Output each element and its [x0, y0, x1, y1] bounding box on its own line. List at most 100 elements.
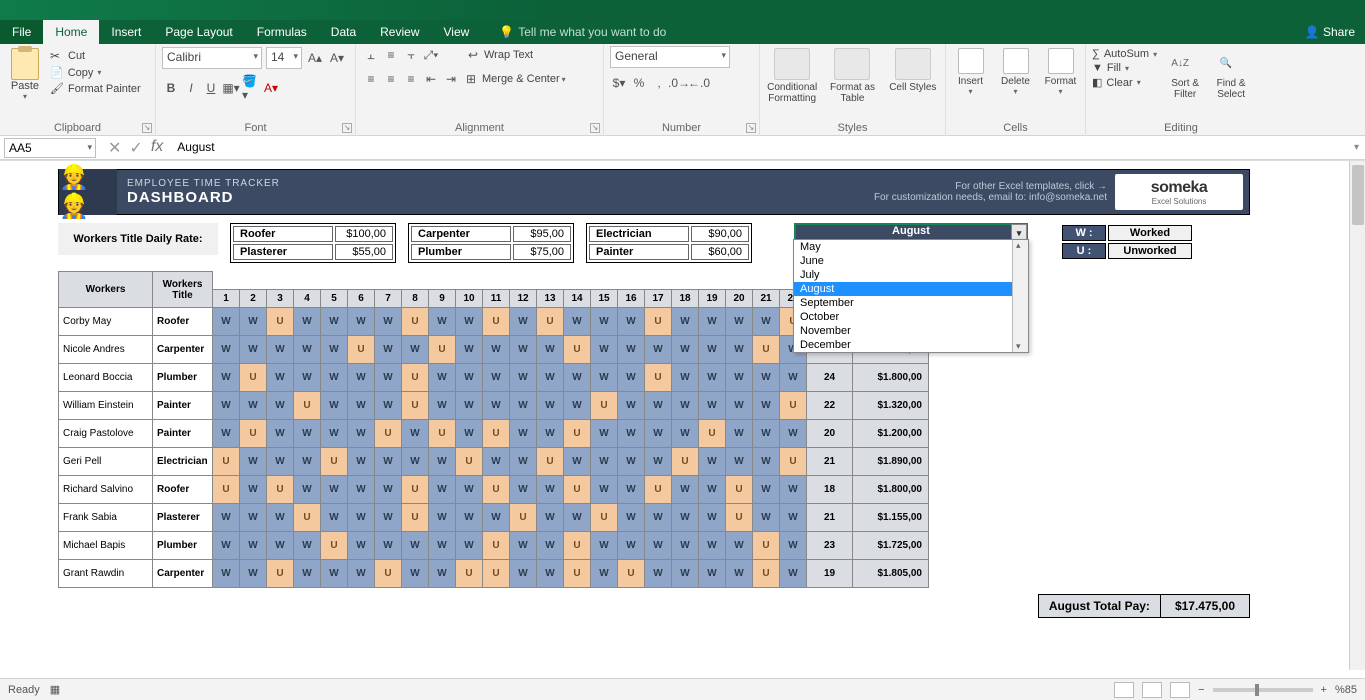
day-cell[interactable]: W — [213, 336, 240, 364]
day-cell[interactable]: W — [591, 532, 618, 560]
day-cell[interactable]: W — [726, 420, 753, 448]
day-cell[interactable]: W — [672, 532, 699, 560]
day-cell[interactable]: W — [294, 308, 321, 336]
day-cell[interactable]: W — [483, 504, 510, 532]
align-top-icon[interactable]: ⫠ — [362, 46, 380, 64]
day-cell[interactable]: W — [618, 504, 645, 532]
day-cell[interactable]: W — [780, 532, 807, 560]
day-cell[interactable]: W — [753, 420, 780, 448]
worker-name-cell[interactable]: Geri Pell — [59, 448, 153, 476]
day-cell[interactable]: W — [213, 504, 240, 532]
day-cell[interactable]: U — [267, 308, 294, 336]
insert-cells-button[interactable]: Insert▾ — [952, 48, 989, 96]
day-cell[interactable]: U — [699, 420, 726, 448]
day-cell[interactable]: W — [618, 308, 645, 336]
day-cell[interactable]: W — [402, 532, 429, 560]
day-cell[interactable]: W — [321, 392, 348, 420]
day-cell[interactable]: W — [240, 392, 267, 420]
day-cell[interactable]: W — [321, 476, 348, 504]
worker-name-cell[interactable]: Richard Salvino — [59, 476, 153, 504]
day-cell[interactable]: W — [456, 420, 483, 448]
dropdown-scrollbar[interactable] — [1012, 240, 1028, 352]
day-cell[interactable]: W — [483, 448, 510, 476]
worker-title-cell[interactable]: Painter — [153, 420, 213, 448]
fill-color-button[interactable]: 🪣▾ — [242, 79, 260, 97]
shrink-font-icon[interactable]: A▾ — [328, 49, 346, 67]
rate-name[interactable]: Plasterer — [233, 244, 333, 260]
day-cell[interactable]: W — [591, 560, 618, 588]
day-cell[interactable]: W — [429, 392, 456, 420]
month-option[interactable]: October — [794, 310, 1028, 324]
worker-name-cell[interactable]: Grant Rawdin — [59, 560, 153, 588]
worker-title-cell[interactable]: Plumber — [153, 532, 213, 560]
day-cell[interactable]: W — [267, 364, 294, 392]
month-option[interactable]: December — [794, 338, 1028, 352]
worker-name-cell[interactable]: Corby May — [59, 308, 153, 336]
tab-home[interactable]: Home — [43, 20, 99, 44]
day-cell[interactable]: W — [645, 420, 672, 448]
rate-value[interactable]: $100,00 — [335, 226, 393, 242]
day-cell[interactable]: W — [645, 336, 672, 364]
day-cell[interactable]: W — [699, 448, 726, 476]
day-cell[interactable]: U — [429, 336, 456, 364]
day-cell[interactable]: W — [375, 336, 402, 364]
day-cell[interactable]: U — [510, 504, 537, 532]
day-cell[interactable]: W — [726, 560, 753, 588]
day-cell[interactable]: U — [483, 420, 510, 448]
day-cell[interactable]: W — [510, 364, 537, 392]
worker-title-cell[interactable]: Plasterer — [153, 504, 213, 532]
day-cell[interactable]: W — [726, 308, 753, 336]
month-option[interactable]: September — [794, 296, 1028, 310]
day-cell[interactable]: W — [456, 308, 483, 336]
worker-title-cell[interactable]: Electrician — [153, 448, 213, 476]
worker-title-cell[interactable]: Carpenter — [153, 336, 213, 364]
tab-review[interactable]: Review — [368, 20, 431, 44]
day-cell[interactable]: W — [456, 364, 483, 392]
day-cell[interactable]: U — [402, 364, 429, 392]
day-cell[interactable]: U — [483, 476, 510, 504]
day-cell[interactable]: U — [780, 448, 807, 476]
worker-title-cell[interactable]: Roofer — [153, 476, 213, 504]
day-cell[interactable]: W — [294, 336, 321, 364]
comma-icon[interactable]: , — [650, 74, 668, 92]
day-cell[interactable]: W — [780, 476, 807, 504]
day-cell[interactable]: W — [321, 364, 348, 392]
inc-decimal-icon[interactable]: .0→ — [670, 74, 688, 92]
day-cell[interactable]: W — [294, 364, 321, 392]
format-cells-button[interactable]: Format▾ — [1042, 48, 1079, 96]
month-dropdown[interactable]: MayJuneJulyAugustSeptemberOctoberNovembe… — [793, 239, 1029, 353]
day-cell[interactable]: W — [726, 336, 753, 364]
day-cell[interactable]: W — [456, 392, 483, 420]
tab-page-layout[interactable]: Page Layout — [153, 20, 244, 44]
day-cell[interactable]: U — [564, 336, 591, 364]
day-cell[interactable]: W — [564, 504, 591, 532]
day-cell[interactable]: W — [294, 420, 321, 448]
day-cell[interactable]: W — [564, 364, 591, 392]
sort-filter-button[interactable]: A↓ZSort & Filter — [1165, 48, 1205, 100]
day-cell[interactable]: W — [672, 336, 699, 364]
day-cell[interactable]: W — [375, 308, 402, 336]
day-cell[interactable]: U — [591, 504, 618, 532]
day-cell[interactable]: U — [753, 532, 780, 560]
day-cell[interactable]: U — [240, 420, 267, 448]
worker-name-cell[interactable]: Michael Bapis — [59, 532, 153, 560]
dec-decimal-icon[interactable]: ←.0 — [690, 74, 708, 92]
day-cell[interactable]: W — [375, 476, 402, 504]
day-cell[interactable]: W — [510, 308, 537, 336]
day-cell[interactable]: W — [483, 364, 510, 392]
day-cell[interactable]: W — [618, 476, 645, 504]
day-cell[interactable]: W — [699, 476, 726, 504]
day-cell[interactable]: U — [240, 364, 267, 392]
day-cell[interactable]: U — [564, 532, 591, 560]
month-option[interactable]: August — [794, 282, 1028, 296]
day-cell[interactable]: W — [672, 560, 699, 588]
name-box[interactable]: AA5 — [4, 138, 96, 158]
day-cell[interactable]: W — [618, 532, 645, 560]
orientation-icon[interactable]: ⤢▾ — [422, 46, 440, 64]
day-cell[interactable]: W — [348, 448, 375, 476]
day-cell[interactable]: W — [348, 476, 375, 504]
day-cell[interactable]: W — [213, 392, 240, 420]
day-cell[interactable]: W — [375, 532, 402, 560]
day-cell[interactable]: W — [294, 448, 321, 476]
day-cell[interactable]: W — [591, 476, 618, 504]
